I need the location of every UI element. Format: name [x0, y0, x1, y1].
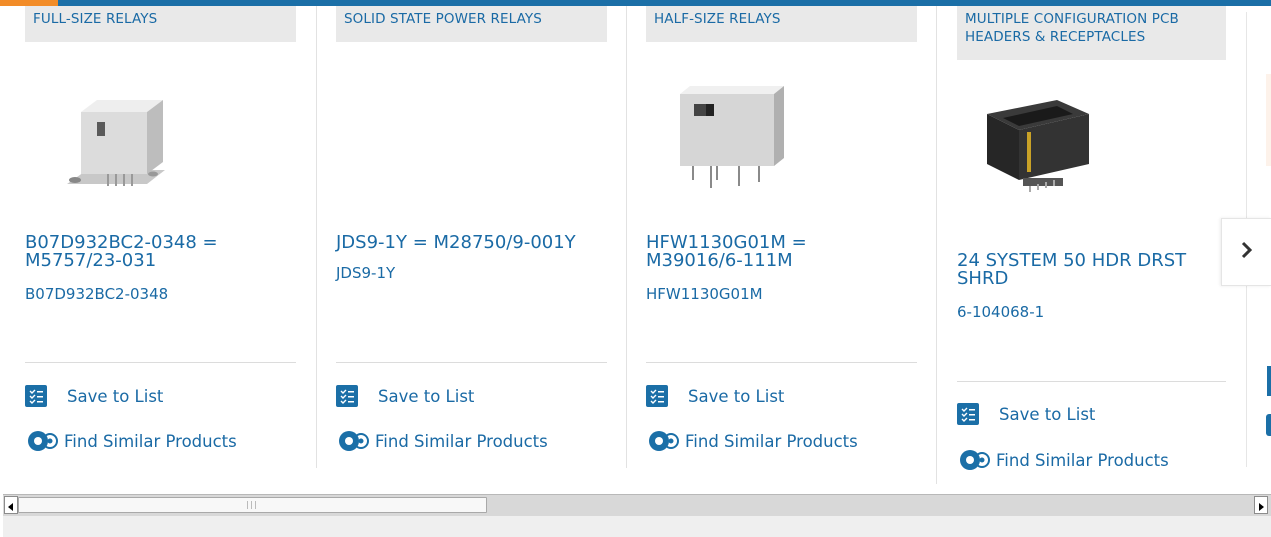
card-divider: [646, 362, 917, 363]
scroll-left-arrow-icon: [7, 496, 15, 515]
category-label[interactable]: HALF-SIZE RELAYS: [646, 6, 917, 42]
product-image[interactable]: [25, 52, 295, 222]
product-card: FULL-SIZE RELAYS B07D932BC2-0348 = M5757…: [25, 6, 296, 468]
find-similar-button[interactable]: Find Similar Products: [19, 427, 237, 455]
save-to-list-button[interactable]: Save to List: [25, 385, 163, 407]
product-title-link[interactable]: 24 SYSTEM 50 HDR DRST SHRD: [957, 252, 1212, 288]
horizontal-scrollbar[interactable]: [3, 494, 1271, 516]
save-to-list-label: Save to List: [688, 386, 785, 406]
part-number-link[interactable]: 6-104068-1: [957, 303, 1044, 321]
carousel-next-button[interactable]: [1221, 218, 1271, 286]
save-to-list-button[interactable]: Save to List: [957, 403, 1095, 425]
next-card-peek: [1266, 74, 1271, 166]
part-number-link[interactable]: B07D932BC2-0348: [25, 285, 168, 303]
save-to-list-icon: [25, 385, 47, 407]
find-similar-button[interactable]: Find Similar Products: [951, 446, 1169, 474]
part-number-link[interactable]: HFW1130G01M: [646, 285, 763, 303]
save-to-list-icon: [646, 385, 668, 407]
save-to-list-button[interactable]: Save to List: [336, 385, 474, 407]
card-separator: [936, 6, 937, 484]
save-to-list-label: Save to List: [999, 404, 1096, 424]
save-to-list-label: Save to List: [378, 386, 475, 406]
card-divider: [25, 362, 296, 363]
next-card-save-icon-peek: [1267, 366, 1271, 396]
save-to-list-button[interactable]: Save to List: [646, 385, 784, 407]
part-number-link[interactable]: JDS9-1Y: [336, 264, 395, 282]
product-image[interactable]: [646, 52, 916, 222]
category-label[interactable]: MULTIPLE CONFIGURATION PCB HEADERS & REC…: [957, 6, 1226, 60]
product-title-link[interactable]: HFW1130G01M = M39016/6-111M: [646, 234, 901, 270]
find-similar-button[interactable]: Find Similar Products: [640, 427, 858, 455]
find-similar-label: Find Similar Products: [996, 450, 1169, 470]
product-title-link[interactable]: B07D932BC2-0348 = M5757/23-031: [25, 234, 280, 270]
save-to-list-icon: [336, 385, 358, 407]
find-similar-icon: [335, 427, 371, 455]
chevron-right-icon: [1240, 241, 1254, 263]
save-to-list-icon: [957, 403, 979, 425]
product-card: MULTIPLE CONFIGURATION PCB HEADERS & REC…: [957, 6, 1227, 486]
find-similar-icon: [645, 427, 681, 455]
card-separator: [316, 6, 317, 468]
scrollbar-thumb[interactable]: [18, 497, 487, 513]
product-carousel: FULL-SIZE RELAYS B07D932BC2-0348 = M5757…: [0, 6, 1271, 494]
find-similar-button[interactable]: Find Similar Products: [330, 427, 548, 455]
find-similar-icon: [24, 427, 60, 455]
find-similar-label: Find Similar Products: [375, 431, 548, 451]
scroll-left-button[interactable]: [4, 496, 18, 514]
product-card: HALF-SIZE RELAYS HFW1130G01M = M39016/6-…: [646, 6, 917, 468]
scrollbar-grip-icon: [247, 501, 256, 509]
card-separator: [626, 6, 627, 468]
scroll-right-button[interactable]: [1254, 496, 1268, 514]
find-similar-label: Find Similar Products: [64, 431, 237, 451]
page-bottom-area: [3, 516, 1271, 537]
product-title-link[interactable]: JDS9-1Y = M28750/9-001Y: [336, 234, 591, 252]
category-label[interactable]: FULL-SIZE RELAYS: [25, 6, 296, 42]
card-divider: [957, 381, 1226, 382]
card-divider: [336, 362, 607, 363]
product-card: SOLID STATE POWER RELAYS JDS9-1Y = M2875…: [336, 6, 607, 468]
find-similar-icon: [956, 446, 992, 474]
next-card-similar-icon-peek: [1266, 414, 1271, 436]
find-similar-label: Find Similar Products: [685, 431, 858, 451]
scroll-right-arrow-icon: [1257, 496, 1265, 515]
save-to-list-label: Save to List: [67, 386, 164, 406]
category-label[interactable]: SOLID STATE POWER RELAYS: [336, 6, 607, 42]
product-image[interactable]: [957, 70, 1227, 240]
